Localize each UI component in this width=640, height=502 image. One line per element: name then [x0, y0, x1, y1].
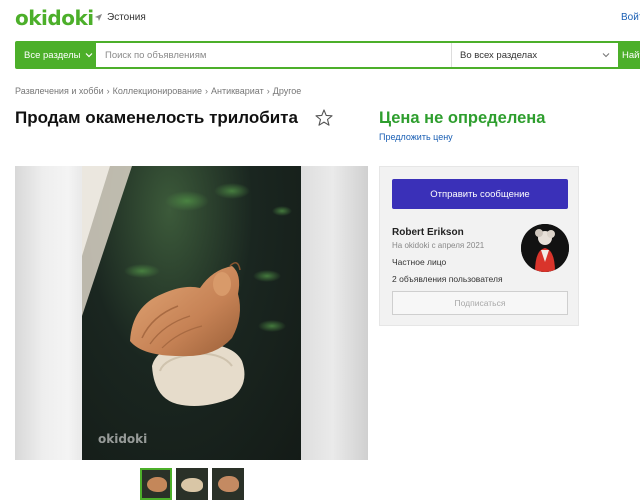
search-field-wrapper: Во всех разделах — [96, 41, 618, 69]
seller-name[interactable]: Robert Erikson — [392, 227, 464, 238]
thumbnail-strip — [140, 468, 244, 500]
subscribe-button[interactable]: Подписаться — [392, 291, 568, 315]
all-sections-label: Все разделы — [24, 49, 81, 61]
seller-listings-link[interactable]: 2 объявления пользователя — [392, 274, 503, 284]
offer-price-link[interactable]: Предложить цену — [379, 132, 453, 142]
favorite-star-icon[interactable] — [314, 108, 334, 128]
thumbnail-3[interactable] — [212, 468, 244, 500]
search-input[interactable] — [96, 43, 451, 67]
listing-title: Продам окаменелость трилобита — [15, 108, 298, 127]
seller-since: На okidoki с апреля 2021 — [392, 241, 485, 250]
breadcrumb-item[interactable]: Другое — [273, 86, 302, 96]
search-bar: Все разделы Во всех разделах Найти — [15, 41, 640, 69]
seller-type: Частное лицо — [392, 257, 447, 267]
location-arrow-icon — [94, 13, 103, 22]
breadcrumb-item[interactable]: Развлечения и хобби — [15, 86, 104, 96]
search-scope-select[interactable]: Во всех разделах — [451, 43, 618, 67]
breadcrumb-item[interactable]: Коллекционирование — [113, 86, 202, 96]
location-label: Эстония — [107, 12, 146, 23]
thumbnail-1[interactable] — [140, 468, 172, 500]
seller-card: Отправить сообщение Robert Erikson На ok… — [379, 166, 579, 326]
location-selector[interactable]: Эстония — [94, 12, 146, 23]
avatar-image — [521, 224, 569, 272]
trilobite-photo-illustration — [82, 166, 292, 406]
breadcrumb-separator: › — [266, 86, 270, 96]
chevron-down-icon — [85, 53, 92, 58]
thumbnail-fossil — [218, 476, 239, 492]
breadcrumb: Развлечения и хобби › Коллекционирование › А… — [15, 86, 301, 96]
all-sections-button[interactable]: Все разделы — [15, 41, 96, 69]
photo-gallery[interactable]: okidoki — [15, 166, 368, 460]
avatar[interactable] — [521, 224, 569, 272]
thumbnail-2[interactable] — [176, 468, 208, 500]
thumbnail-fossil — [147, 477, 167, 492]
photo-watermark: okidoki — [98, 432, 148, 446]
price-label: Цена не определена — [379, 109, 546, 127]
breadcrumb-item[interactable]: Антиквариат — [211, 86, 264, 96]
search-button[interactable]: Найти — [618, 41, 640, 69]
listing-photo[interactable]: okidoki — [82, 166, 301, 460]
site-logo[interactable]: okidoki — [15, 6, 94, 30]
send-message-button[interactable]: Отправить сообщение — [392, 179, 568, 209]
breadcrumb-separator: › — [106, 86, 110, 96]
search-scope-label: Во всех разделах — [460, 49, 538, 61]
thumbnail-fossil — [181, 478, 203, 492]
chevron-down-icon — [602, 53, 610, 58]
breadcrumb-separator: › — [205, 86, 208, 96]
top-bar: okidoki Эстония Войти — [0, 0, 640, 38]
login-link[interactable]: Войти — [621, 12, 640, 23]
